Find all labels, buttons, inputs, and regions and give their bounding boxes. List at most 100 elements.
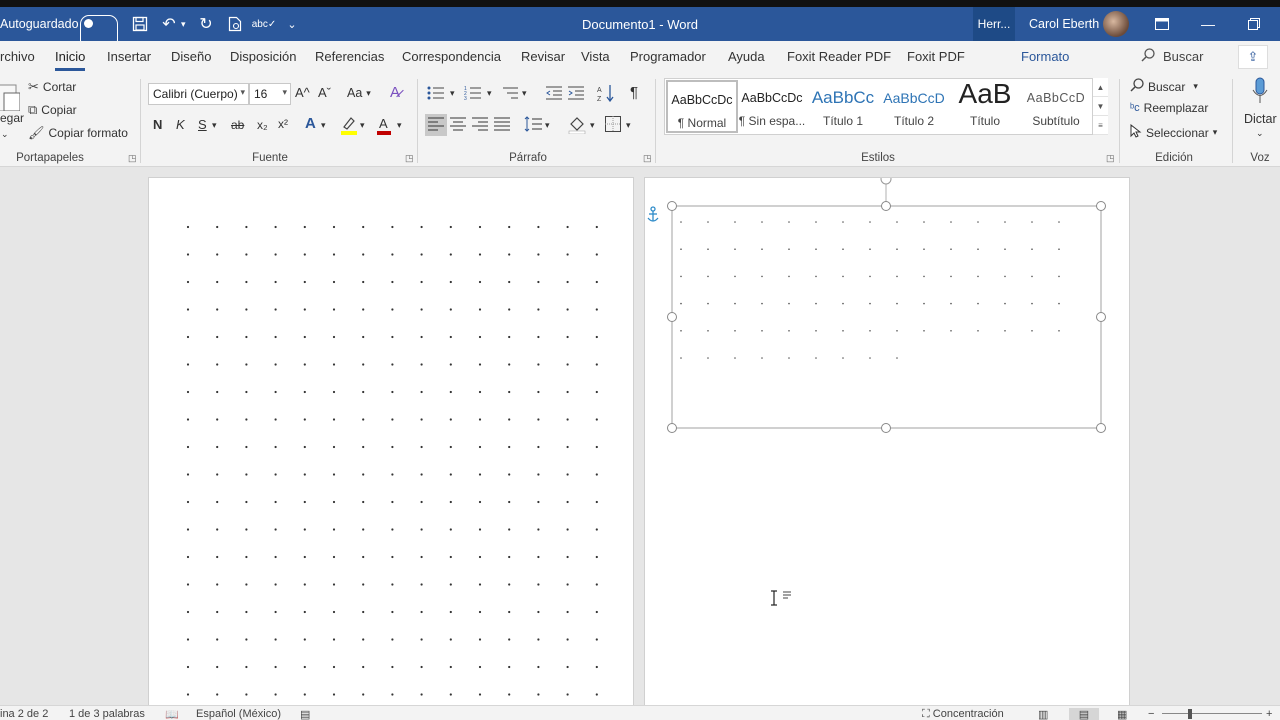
highlight-dropdown-icon[interactable]: ▾ [360, 120, 365, 131]
gallery-more-icon[interactable]: ≡ [1093, 116, 1108, 135]
dictate-dropdown-icon[interactable]: ⌄ [1256, 128, 1264, 139]
user-name[interactable]: Carol Eberth [1029, 7, 1099, 41]
resize-handle-top-left[interactable] [667, 201, 677, 211]
proofing-icon[interactable]: 📖 [165, 708, 179, 720]
save-icon[interactable] [129, 7, 151, 41]
tab-foxit-reader-pdf[interactable]: Foxit Reader PDF [787, 49, 891, 64]
bullets-dropdown-icon[interactable]: ▾ [450, 88, 455, 99]
style-heading-2[interactable]: AaBbCcD Título 2 [878, 80, 950, 133]
web-layout-icon[interactable]: ▦ [1117, 708, 1127, 720]
clipboard-launcher-icon[interactable]: ◳ [128, 153, 137, 164]
undo-dropdown-icon[interactable]: ▾ [181, 7, 186, 41]
clear-formatting-icon[interactable]: A̷ [390, 84, 400, 101]
selected-shape-frame[interactable] [671, 205, 1102, 429]
underline-button[interactable]: S [198, 117, 207, 132]
shading-dropdown-icon[interactable]: ▾ [590, 120, 595, 131]
align-right-icon[interactable] [472, 117, 488, 131]
paste-dropdown-icon[interactable]: ⌄ [1, 129, 9, 140]
line-spacing-dropdown-icon[interactable]: ▾ [545, 120, 550, 131]
tab-foxit-pdf[interactable]: Foxit PDF [907, 49, 965, 64]
sort-icon[interactable]: AZ [597, 84, 615, 102]
strikethrough-button[interactable]: ab [231, 118, 244, 132]
tell-me-search[interactable]: Buscar [1141, 48, 1203, 65]
zoom-out-icon[interactable]: − [1148, 708, 1154, 720]
shrink-font-icon[interactable]: Aˇ [318, 85, 331, 100]
decrease-indent-icon[interactable] [546, 85, 562, 101]
bullets-icon[interactable] [427, 85, 445, 101]
document-canvas[interactable] [0, 167, 1280, 705]
bold-button[interactable]: N [153, 117, 162, 132]
italic-button[interactable]: K [176, 117, 185, 132]
resize-handle-bottom[interactable] [881, 423, 891, 433]
tab-insertar[interactable]: Insertar [107, 49, 151, 64]
rotate-handle[interactable] [880, 178, 892, 185]
borders-dropdown-icon[interactable]: ▾ [626, 120, 631, 131]
format-painter-button[interactable]: 🖌 Copiar formato [28, 125, 128, 141]
chevron-down-icon[interactable]: ▼ [1093, 97, 1108, 116]
tab-disposicion[interactable]: Disposición [230, 49, 296, 64]
justify-icon[interactable] [494, 117, 510, 131]
multilevel-list-icon[interactable] [501, 85, 519, 101]
paste-icon[interactable] [0, 79, 20, 111]
language-indicator[interactable]: Español (México) [196, 708, 281, 720]
multilevel-dropdown-icon[interactable]: ▾ [522, 88, 527, 99]
numbering-dropdown-icon[interactable]: ▾ [487, 88, 492, 99]
word-count[interactable]: 1 de 3 palabras [69, 708, 145, 720]
replace-button[interactable]: ᵇc Reemplazar [1130, 101, 1208, 115]
underline-dropdown-icon[interactable]: ▾ [212, 120, 217, 131]
tab-ayuda[interactable]: Ayuda [728, 49, 765, 64]
spelling-icon[interactable]: abc✓ [252, 7, 277, 41]
macro-record-icon[interactable]: ▤ [300, 708, 310, 720]
undo-icon[interactable]: ↶ [158, 7, 180, 41]
dictate-button[interactable]: Dictar [1244, 112, 1277, 126]
tab-diseno[interactable]: Diseño [171, 49, 211, 64]
page-2[interactable] [644, 177, 1130, 705]
resize-handle-bottom-right[interactable] [1096, 423, 1106, 433]
increase-indent-icon[interactable] [568, 85, 584, 101]
minimize-icon[interactable]: — [1185, 7, 1231, 41]
paragraph-launcher-icon[interactable]: ◳ [643, 153, 652, 164]
share-icon[interactable]: ⇪ [1238, 45, 1268, 69]
resize-handle-top-right[interactable] [1096, 201, 1106, 211]
cut-button[interactable]: ✂ Cortar [28, 79, 76, 95]
show-formatting-marks-icon[interactable]: ¶ [630, 84, 638, 101]
tab-inicio[interactable]: Inicio [55, 49, 86, 71]
page-1[interactable] [148, 177, 634, 705]
text-effects-dropdown-icon[interactable]: ▾ [321, 120, 326, 131]
styles-launcher-icon[interactable]: ◳ [1106, 153, 1115, 164]
restore-icon[interactable] [1231, 7, 1277, 41]
paste-button[interactable]: egar [0, 111, 24, 125]
font-color-icon[interactable]: A [376, 115, 392, 135]
shading-icon[interactable] [568, 116, 586, 134]
find-button[interactable]: Buscar ▾ [1130, 78, 1198, 95]
grow-font-icon[interactable]: A^ [295, 85, 310, 100]
text-effects-icon[interactable]: A [305, 115, 316, 132]
page-count[interactable]: ina 2 de 2 [0, 708, 48, 720]
microphone-icon[interactable] [1251, 77, 1269, 105]
font-launcher-icon[interactable]: ◳ [405, 153, 414, 164]
tools-contextual-tab[interactable]: Herr... [973, 7, 1015, 41]
select-button[interactable]: Seleccionar ▾ [1130, 123, 1217, 141]
redo-icon[interactable]: ↻ [195, 7, 217, 41]
copy-button[interactable]: ⧉ Copiar [28, 102, 77, 118]
read-mode-icon[interactable]: ▥ [1038, 708, 1048, 720]
tab-programador[interactable]: Programador [630, 49, 706, 64]
resize-handle-bottom-left[interactable] [667, 423, 677, 433]
borders-icon[interactable] [605, 116, 621, 132]
ribbon-display-options-icon[interactable] [1139, 7, 1185, 41]
style-no-spacing[interactable]: AaBbCcDc ¶ Sin espa... [736, 80, 808, 133]
style-normal[interactable]: AaBbCcDc ¶ Normal [666, 80, 738, 133]
superscript-button[interactable]: x² [278, 117, 288, 131]
tab-revisar[interactable]: Revisar [521, 49, 565, 64]
style-subtitle[interactable]: AaBbCcD Subtítulo [1020, 80, 1092, 133]
tab-referencias[interactable]: Referencias [315, 49, 384, 64]
avatar[interactable] [1103, 11, 1129, 37]
tab-formato[interactable]: Formato [1021, 49, 1069, 64]
anchor-icon[interactable] [647, 206, 659, 222]
print-preview-icon[interactable] [224, 7, 246, 41]
align-center-icon[interactable] [450, 117, 466, 131]
focus-mode-button[interactable]: ⛶ Concentración [922, 708, 1004, 720]
highlight-color-icon[interactable] [340, 115, 358, 135]
tab-archivo[interactable]: rchivo [0, 49, 35, 64]
resize-handle-left[interactable] [667, 312, 677, 322]
